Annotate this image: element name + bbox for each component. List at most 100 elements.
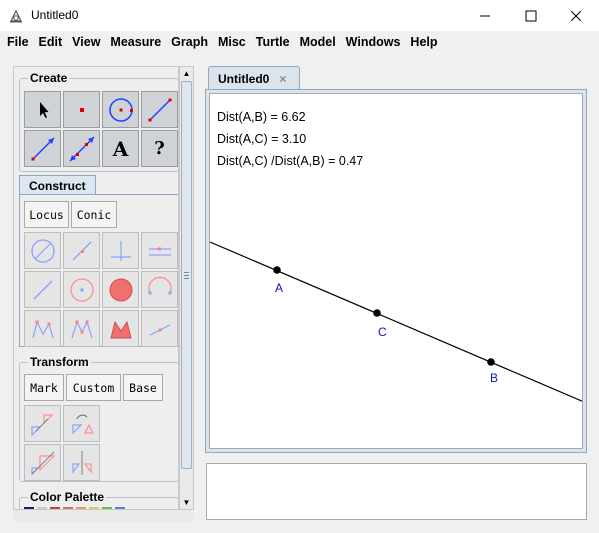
line-tool[interactable] [63,130,100,167]
filled-circle-tool[interactable] [102,271,139,308]
midpoint-icon [72,241,91,260]
menu-edit[interactable]: Edit [34,31,68,53]
color-palette-group: Color Palette [19,490,178,509]
menu-file[interactable]: File [2,31,34,53]
close-button[interactable] [553,0,599,31]
construct-circle-tool[interactable] [24,232,61,269]
reflect-tool[interactable] [63,444,100,481]
geometry-layer: A C B [210,241,582,402]
scroll-thumb[interactable] [181,81,192,469]
point-c-label: C [378,325,387,339]
color-palette-title: Color Palette [28,490,107,504]
translate-tool[interactable] [24,405,61,442]
scroll-down-arrow[interactable]: ▼ [180,496,193,509]
menu-turtle[interactable]: Turtle [251,31,295,53]
arrow-select-tool[interactable] [24,91,61,128]
menu-model[interactable]: Model [295,31,341,53]
circle-center-icon [69,277,94,302]
segment-construct-tool[interactable] [24,271,61,308]
menu-graph[interactable]: Graph [166,31,213,53]
point-b-label: B [490,371,498,385]
translate-icon [30,413,53,436]
text-tool[interactable]: A [102,130,139,167]
message-area[interactable] [206,463,587,520]
point-tool[interactable] [63,91,100,128]
menu-measure[interactable]: Measure [105,31,166,53]
help-icon: ? [154,138,165,159]
base-button[interactable]: Base [123,374,163,401]
point-c[interactable] [373,309,381,317]
transform-group: Transform Mark Custom Base [19,355,178,482]
toolbox-bottom-bar [13,510,194,522]
polygon-tool[interactable] [24,310,61,347]
scroll-up-arrow[interactable]: ▲ [180,67,193,80]
rotate-icon [71,414,94,434]
minimize-button[interactable] [462,0,508,31]
point-a[interactable] [273,266,281,274]
line-icon [68,135,95,162]
toolbox-panel: Create A ? Construct Locus Conic Transfo… [13,66,179,510]
menu-misc[interactable]: Misc [213,31,251,53]
vector-tool[interactable] [141,310,178,347]
line-ab[interactable] [210,241,582,402]
help-tool[interactable]: ? [141,130,178,167]
locus-button[interactable]: Locus [24,201,69,228]
window-title: Untitled0 [31,8,79,22]
minimize-icon [480,15,490,16]
point-icon [79,107,84,112]
text-icon: A [112,136,129,161]
menu-view[interactable]: View [67,31,105,53]
sketch-canvas[interactable]: Dist(A,B) = 6.62 Dist(A,C) = 3.10 Dist(A… [209,93,583,449]
conic-button[interactable]: Conic [71,201,117,228]
dilate-tool[interactable] [24,444,61,481]
title-bar: Untitled0 [0,0,599,31]
point-a-label: A [275,281,283,295]
parallel-tool[interactable] [141,232,178,269]
maximize-icon [525,10,537,21]
perpendicular-icon [110,240,131,261]
point-b[interactable] [487,358,495,366]
polygon-points-icon [70,319,93,338]
polygon-icon [31,319,54,338]
filled-circle-icon [109,278,132,301]
filled-polygon-tool[interactable] [102,310,139,347]
dilate-icon [30,451,55,475]
ray-icon [31,136,55,160]
tab-close-icon[interactable]: × [279,72,286,86]
custom-button[interactable]: Custom [66,374,121,401]
app-icon [8,8,24,24]
parallel-icon [148,247,171,256]
construct-group: Locus Conic [19,194,178,347]
circle-icon [108,97,133,122]
reflect-icon [71,450,92,475]
intersection-tool[interactable] [102,232,139,269]
circle-center-tool[interactable] [63,271,100,308]
transform-title: Transform [28,355,91,369]
menu-windows[interactable]: Windows [341,31,406,53]
filled-polygon-icon [109,320,132,338]
tab-construct[interactable]: Construct [19,175,96,195]
polygon-points-tool[interactable] [63,310,100,347]
ray-tool[interactable] [24,130,61,167]
circle-diameter-icon [30,238,55,263]
circle-tool[interactable] [102,91,139,128]
maximize-button[interactable] [508,0,554,31]
menu-bar: File Edit View Measure Graph Misc Turtle… [0,31,599,53]
arc-tool[interactable] [141,271,178,308]
close-icon [570,10,582,21]
vector-icon [149,323,170,336]
create-title: Create [28,71,70,85]
segment-construct-icon [33,280,52,299]
arrow-icon [39,101,48,118]
segment-tool[interactable] [141,91,178,128]
menu-help[interactable]: Help [405,31,442,53]
create-group: Create A ? [19,71,178,172]
rotate-tool[interactable] [63,405,100,442]
tab-label: Untitled0 [218,71,270,86]
tab-untitled0[interactable]: Untitled0 × [208,66,300,90]
segment-icon [148,98,171,121]
mark-button[interactable]: Mark [24,374,64,401]
perpendicular-tool[interactable] [63,232,100,269]
toolbox-scrollbar[interactable]: ▲ ▼ [179,66,194,510]
arc-icon [147,276,172,294]
